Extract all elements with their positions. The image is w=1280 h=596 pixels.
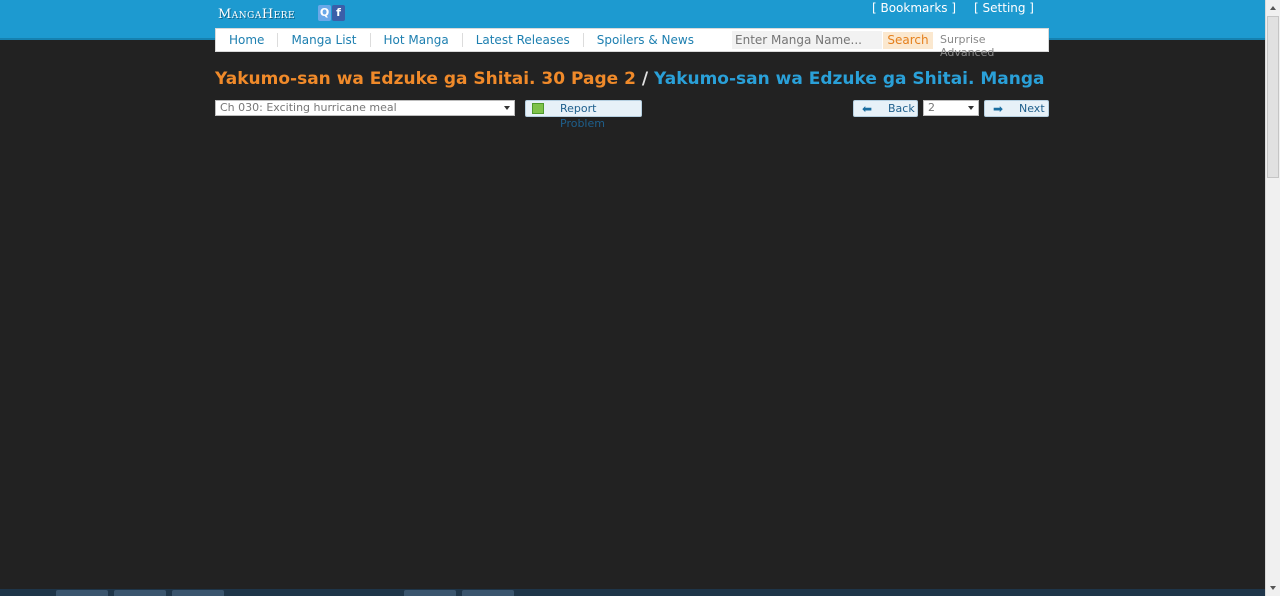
scrollbar-thumb[interactable] [1267, 16, 1279, 178]
surprise-link[interactable]: Surprise [940, 33, 986, 46]
taskbar-item[interactable] [462, 590, 514, 596]
page-select-value: 2 [928, 101, 935, 114]
facebook-icon[interactable]: f [332, 5, 345, 21]
nav-hot-manga[interactable]: Hot Manga [371, 33, 463, 47]
scroll-up-icon[interactable] [1270, 6, 1276, 10]
advanced-search-link[interactable]: Advanced [940, 46, 994, 59]
os-taskbar [0, 589, 1265, 596]
next-label: Next [1019, 102, 1045, 115]
vertical-scrollbar[interactable] [1265, 0, 1280, 596]
arrow-left-icon: ⬅ [862, 102, 873, 116]
taskbar-item[interactable] [404, 590, 456, 596]
chevron-down-icon [504, 106, 510, 110]
search-button[interactable]: Search [883, 32, 933, 49]
nav-spoilers-news[interactable]: Spoilers & News [584, 33, 707, 47]
taskbar-item[interactable] [114, 590, 166, 596]
nav-manga-list[interactable]: Manga List [278, 33, 371, 47]
chapter-page-title: Yakumo-san wa Edzuke ga Shitai. 30 Page … [215, 69, 636, 89]
chapter-select-value: Ch 030: Exciting hurricane meal [220, 101, 397, 114]
social-links: Q f [318, 5, 345, 21]
main-nav: Home Manga List Hot Manga Latest Release… [215, 28, 1049, 59]
manga-link[interactable]: Yakumo-san wa Edzuke ga Shitai. Manga [654, 69, 1045, 89]
nav-home[interactable]: Home [216, 33, 279, 47]
arrow-right-icon: ➡ [993, 102, 1004, 116]
taskbar-item[interactable] [56, 590, 108, 596]
next-button[interactable]: ➡ Next [984, 100, 1049, 117]
taskbar-item[interactable] [172, 590, 224, 596]
back-button[interactable]: ⬅ Back [853, 100, 918, 117]
bookmarks-link[interactable]: [ Bookmarks ] [872, 1, 956, 15]
page-title: Yakumo-san wa Edzuke ga Shitai. 30 Page … [215, 69, 1049, 89]
chevron-down-icon [968, 106, 974, 110]
top-links: [ Bookmarks ] [ Setting ] [872, 1, 1034, 15]
report-problem-label: Report Problem [560, 102, 605, 130]
report-problem-button[interactable]: Report Problem [525, 100, 642, 130]
site-logo[interactable]: MangaHere [218, 3, 295, 25]
qq-icon[interactable]: Q [318, 5, 331, 21]
chapter-select[interactable]: Ch 030: Exciting hurricane meal [215, 100, 515, 116]
logo-text: MangaHere [218, 6, 296, 22]
page-select[interactable]: 2 [923, 100, 979, 116]
report-icon [532, 103, 544, 114]
title-separator: / [641, 69, 649, 89]
search-input[interactable] [732, 31, 882, 49]
back-label: Back [888, 102, 915, 115]
scroll-down-icon[interactable] [1270, 586, 1276, 590]
nav-latest-releases[interactable]: Latest Releases [463, 33, 584, 47]
setting-link[interactable]: [ Setting ] [974, 1, 1034, 15]
